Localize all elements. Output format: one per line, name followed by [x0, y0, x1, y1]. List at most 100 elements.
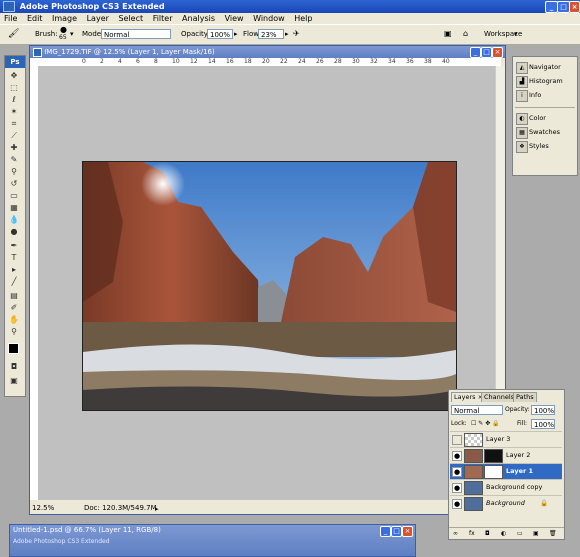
- delete-layer-icon[interactable]: 🗑: [549, 528, 557, 539]
- blend-mode-select[interactable]: Normal: [451, 405, 503, 415]
- eye-icon[interactable]: ●: [452, 451, 462, 461]
- screen-mode-icon[interactable]: ▣: [8, 376, 20, 386]
- adjustment-layer-icon[interactable]: ◐: [501, 528, 506, 539]
- dock-item-swatches[interactable]: Swatches: [529, 126, 560, 138]
- menu-view[interactable]: View: [225, 14, 244, 23]
- doc-maximize-button[interactable]: □: [481, 47, 492, 58]
- healing-brush-tool-icon[interactable]: ✚: [8, 143, 20, 153]
- status-arrow-icon[interactable]: ▸: [155, 503, 159, 515]
- blur-tool-icon[interactable]: 💧: [8, 215, 20, 225]
- dock-item-info[interactable]: Info: [529, 89, 541, 101]
- canyon-photo[interactable]: [82, 161, 457, 411]
- tab-channels[interactable]: Channels: [481, 392, 518, 402]
- menu-select[interactable]: Select: [118, 14, 143, 23]
- lasso-tool-icon[interactable]: ℓ: [8, 95, 20, 105]
- eyedropper-tool-icon[interactable]: ✐: [8, 303, 20, 313]
- history-brush-tool-icon[interactable]: ↺: [8, 179, 20, 189]
- slice-tool-icon[interactable]: ⟋: [8, 131, 20, 141]
- color-icon[interactable]: ◐: [516, 113, 528, 125]
- doc-minimize-button[interactable]: _: [470, 47, 481, 58]
- brush-size[interactable]: 65: [59, 33, 67, 43]
- document-title-bar[interactable]: IMG_1729.TIF @ 12.5% (Layer 1, Layer Mas…: [30, 46, 505, 58]
- eye-icon[interactable]: ●: [452, 483, 462, 493]
- document-icon: [33, 47, 42, 57]
- doc-size[interactable]: Doc: 120.3M/549.7M: [84, 502, 157, 514]
- ruler-tick-label: 22: [280, 58, 288, 65]
- type-tool-icon[interactable]: T: [8, 253, 20, 263]
- menu-help[interactable]: Help: [294, 14, 312, 23]
- new-group-icon[interactable]: ▭: [517, 528, 523, 539]
- menu-image[interactable]: Image: [52, 14, 77, 23]
- new-layer-icon[interactable]: ▣: [533, 528, 539, 539]
- tab-paths[interactable]: Paths: [513, 392, 537, 402]
- layer-row-background[interactable]: ● Background 🔒: [450, 495, 562, 511]
- notes-tool-icon[interactable]: ▤: [8, 291, 20, 301]
- close-button[interactable]: ×: [569, 1, 580, 13]
- swatches-icon[interactable]: ▦: [516, 127, 528, 139]
- flow-arrow-icon[interactable]: ▸: [285, 29, 289, 39]
- move-tool-icon[interactable]: ✥: [8, 71, 20, 81]
- layer-row-background-copy[interactable]: ● Background copy: [450, 479, 562, 495]
- zoom-level[interactable]: 12.5%: [32, 504, 54, 512]
- bridge-icon[interactable]: ⌂: [463, 29, 468, 39]
- eraser-tool-icon[interactable]: ▭: [8, 191, 20, 201]
- menu-file[interactable]: File: [4, 14, 17, 23]
- layer-opacity-input[interactable]: 100%: [531, 405, 555, 415]
- workspace-chevron-icon[interactable]: ▾: [514, 29, 518, 39]
- document-window: IMG_1729.TIF @ 12.5% (Layer 1, Layer Mas…: [29, 45, 506, 515]
- brush-tool-icon[interactable]: ✎: [8, 155, 20, 165]
- second-document-window[interactable]: Untitled-1.psd @ 66.7% (Layer 11, RGB/8)…: [9, 524, 416, 557]
- fill-input[interactable]: 100%: [531, 419, 555, 429]
- file-browser-icon[interactable]: ▣: [444, 29, 452, 39]
- menu-filter[interactable]: Filter: [153, 14, 173, 23]
- layer-row-layer-3[interactable]: Layer 3: [450, 431, 562, 447]
- chevron-down-icon[interactable]: ▾: [70, 29, 74, 39]
- airbrush-icon[interactable]: ✈: [293, 29, 300, 39]
- dock-item-navigator[interactable]: Navigator: [529, 61, 561, 73]
- opacity-input[interactable]: 100%: [207, 29, 233, 39]
- dodge-tool-icon[interactable]: ●: [8, 227, 20, 237]
- doc2-minimize-button[interactable]: _: [380, 526, 391, 537]
- marquee-tool-icon[interactable]: ⬚: [8, 83, 20, 93]
- dock-item-color[interactable]: Color: [529, 112, 546, 124]
- crop-tool-icon[interactable]: ⌗: [8, 119, 20, 129]
- link-layers-icon[interactable]: ∞: [453, 528, 458, 539]
- foreground-color-swatch[interactable]: [8, 343, 19, 354]
- lock-icons[interactable]: ☐ ✎ ✥ 🔒: [471, 419, 500, 429]
- histogram-icon[interactable]: ▟: [516, 76, 528, 88]
- flow-input[interactable]: 23%: [258, 29, 284, 39]
- dock-item-histogram[interactable]: Histogram: [529, 75, 563, 87]
- dock-item-styles[interactable]: Styles: [529, 140, 549, 152]
- pen-tool-icon[interactable]: ✒: [8, 241, 20, 251]
- canvas-area[interactable]: [38, 66, 501, 500]
- layer-row-layer-2[interactable]: ● Layer 2: [450, 447, 562, 463]
- opacity-arrow-icon[interactable]: ▸: [234, 29, 238, 39]
- gradient-tool-icon[interactable]: ▦: [8, 203, 20, 213]
- styles-icon[interactable]: ❖: [516, 141, 528, 153]
- mode-select[interactable]: Normal: [101, 29, 171, 39]
- zoom-tool-icon[interactable]: ⚲: [8, 327, 20, 337]
- shape-tool-icon[interactable]: ╱: [8, 277, 20, 287]
- clone-stamp-tool-icon[interactable]: ⚲: [8, 167, 20, 177]
- brush-tool-icon[interactable]: 🖌: [8, 29, 19, 39]
- menu-window[interactable]: Window: [253, 14, 285, 23]
- layer-style-icon[interactable]: fx: [469, 528, 475, 539]
- menu-analysis[interactable]: Analysis: [182, 14, 215, 23]
- eye-icon[interactable]: ●: [452, 467, 462, 477]
- menu-layer[interactable]: Layer: [87, 14, 109, 23]
- visibility-toggle[interactable]: [452, 435, 462, 445]
- magic-wand-tool-icon[interactable]: ✶: [8, 107, 20, 117]
- hand-tool-icon[interactable]: ✋: [8, 315, 20, 325]
- quick-mask-icon[interactable]: ◘: [8, 362, 20, 372]
- navigator-icon[interactable]: ◭: [516, 62, 528, 74]
- doc-close-button[interactable]: ×: [492, 47, 503, 58]
- path-selection-tool-icon[interactable]: ▸: [8, 265, 20, 275]
- add-mask-icon[interactable]: ◘: [485, 528, 490, 539]
- doc2-maximize-button[interactable]: □: [391, 526, 402, 537]
- doc2-close-button[interactable]: ×: [402, 526, 413, 537]
- ruler-tick-label: 24: [298, 58, 306, 65]
- menu-edit[interactable]: Edit: [27, 14, 43, 23]
- eye-icon[interactable]: ●: [452, 499, 462, 509]
- layer-row-layer-1[interactable]: ● Layer 1: [450, 463, 562, 479]
- info-icon[interactable]: i: [516, 90, 528, 102]
